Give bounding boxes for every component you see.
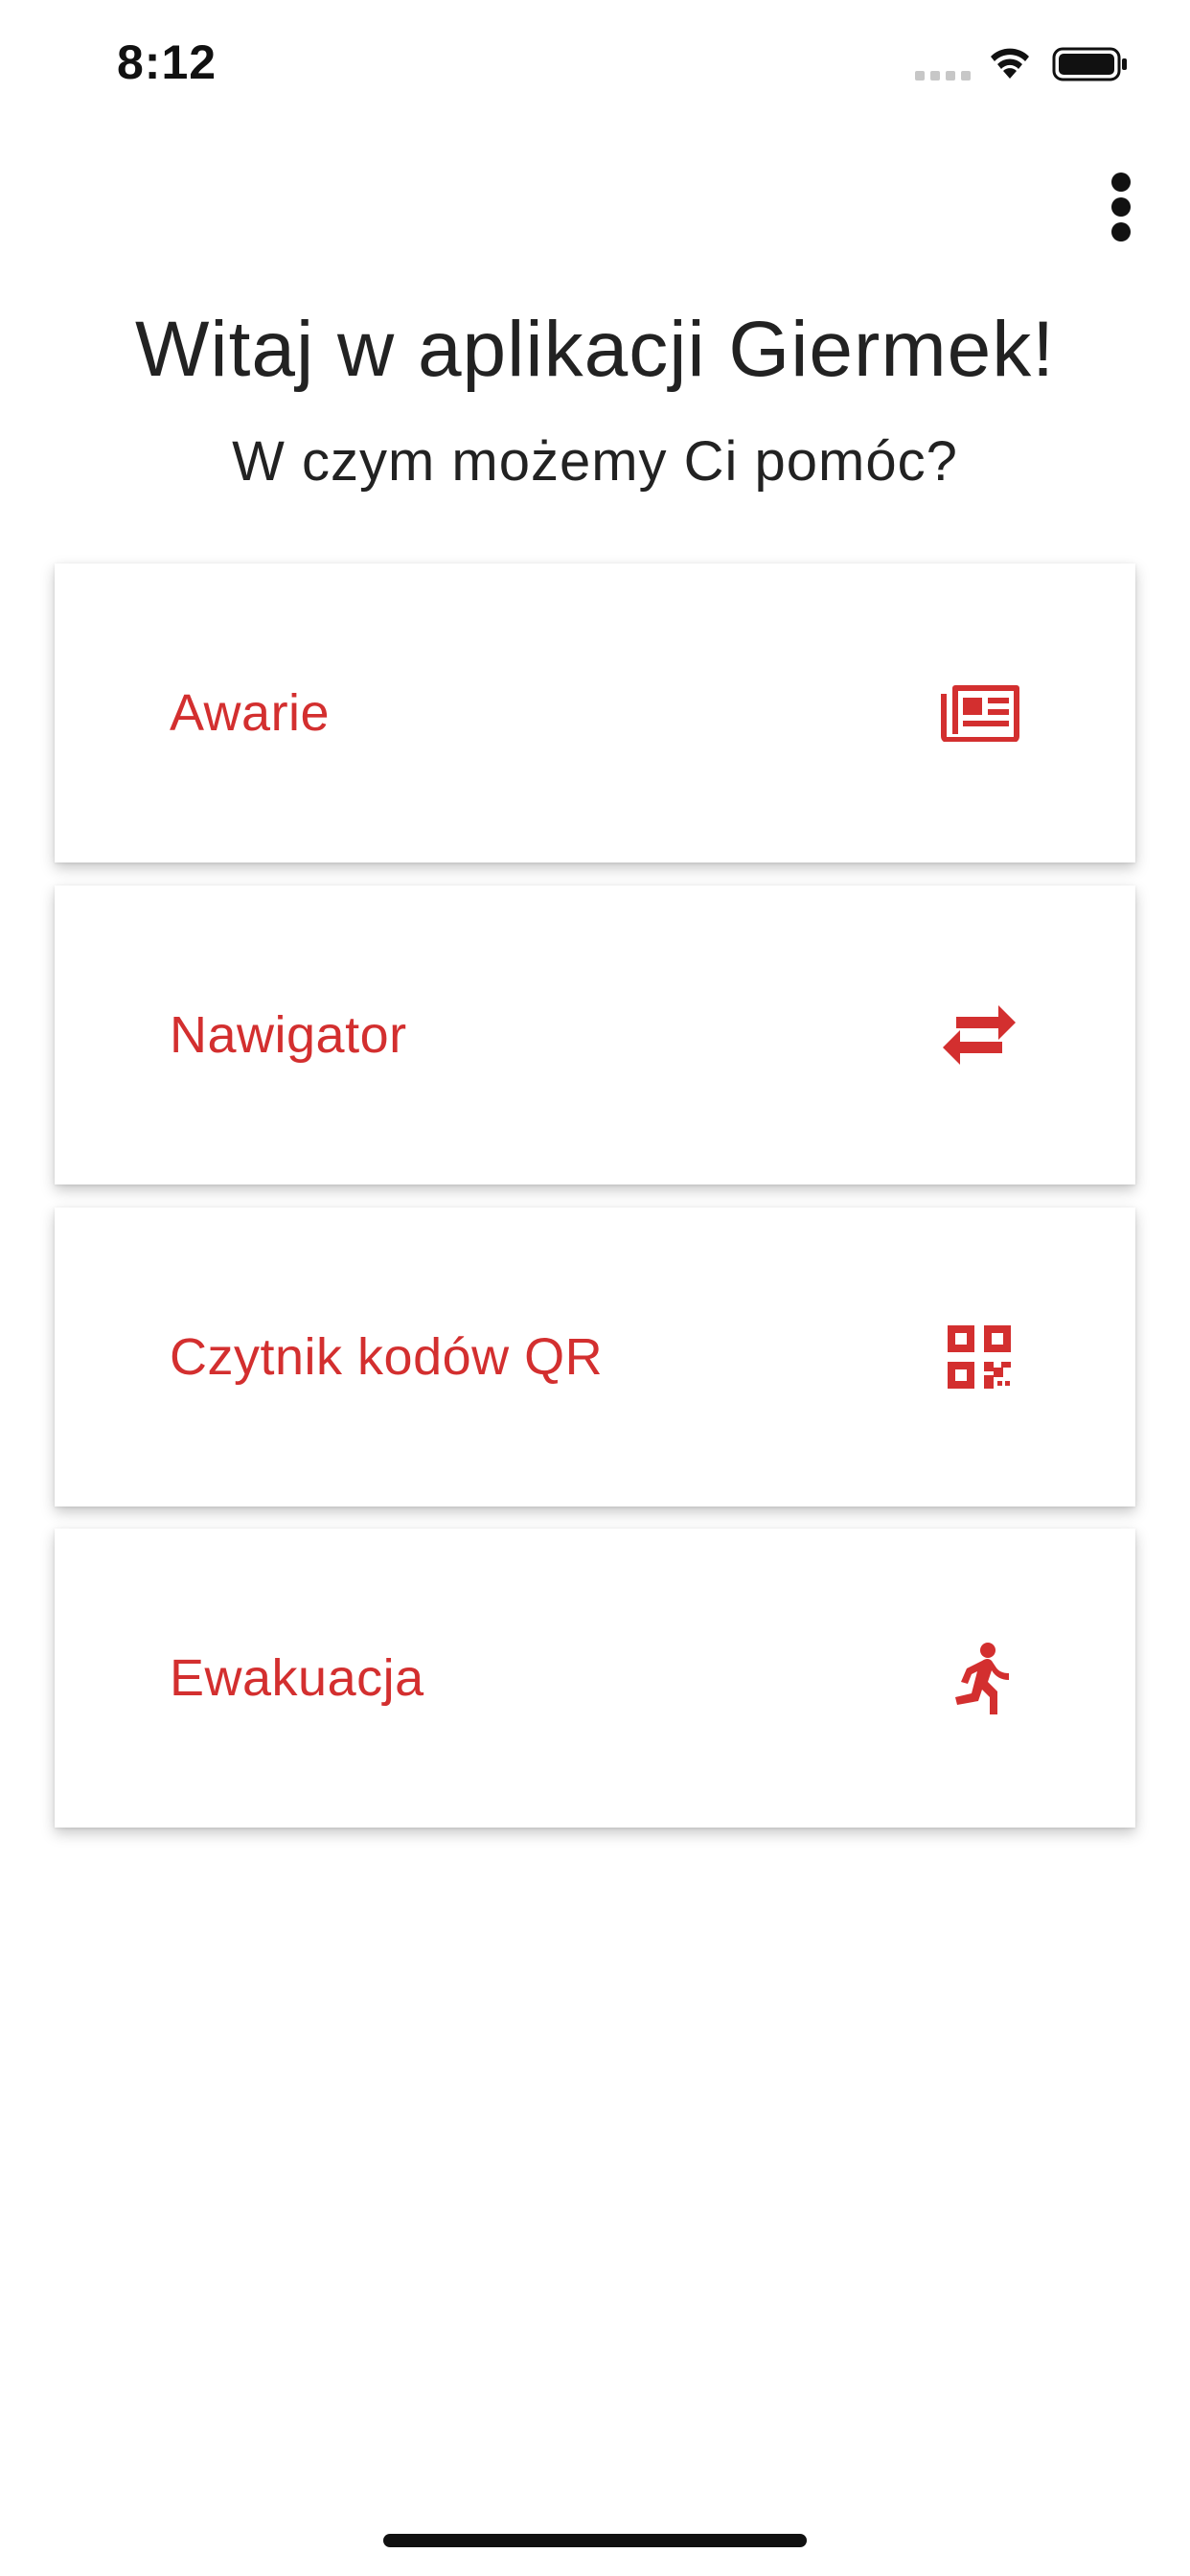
menu-card-label: Nawigator bbox=[170, 1006, 407, 1064]
qr-code-icon bbox=[936, 1314, 1022, 1400]
menu-card-nawigator[interactable]: Nawigator bbox=[55, 886, 1135, 1184]
wifi-icon bbox=[991, 48, 1029, 79]
more-vert-icon bbox=[1111, 172, 1131, 242]
newspaper-icon bbox=[936, 670, 1022, 756]
running-person-icon bbox=[936, 1635, 1022, 1721]
menu-card-qr[interactable]: Czytnik kodów QR bbox=[55, 1208, 1135, 1506]
menu-card-ewakuacja[interactable]: Ewakuacja bbox=[55, 1529, 1135, 1828]
page-title: Witaj w aplikacji Giermek! bbox=[134, 306, 1056, 393]
status-bar: 8:12 bbox=[0, 0, 1190, 134]
battery-icon bbox=[1052, 47, 1127, 81]
menu-card-label: Ewakuacja bbox=[170, 1649, 424, 1707]
status-time: 8:12 bbox=[117, 35, 217, 89]
menu-card-label: Czytnik kodów QR bbox=[170, 1328, 604, 1386]
home-indicator[interactable] bbox=[383, 2534, 807, 2547]
more-options-button[interactable] bbox=[1087, 163, 1155, 251]
cellular-signal-icon bbox=[915, 71, 971, 80]
menu-card-awarie[interactable]: Awarie bbox=[55, 564, 1135, 862]
swap-horiz-icon bbox=[936, 992, 1022, 1078]
page-subtitle: W czym możemy Ci pomóc? bbox=[232, 430, 958, 493]
menu-card-label: Awarie bbox=[170, 684, 331, 742]
